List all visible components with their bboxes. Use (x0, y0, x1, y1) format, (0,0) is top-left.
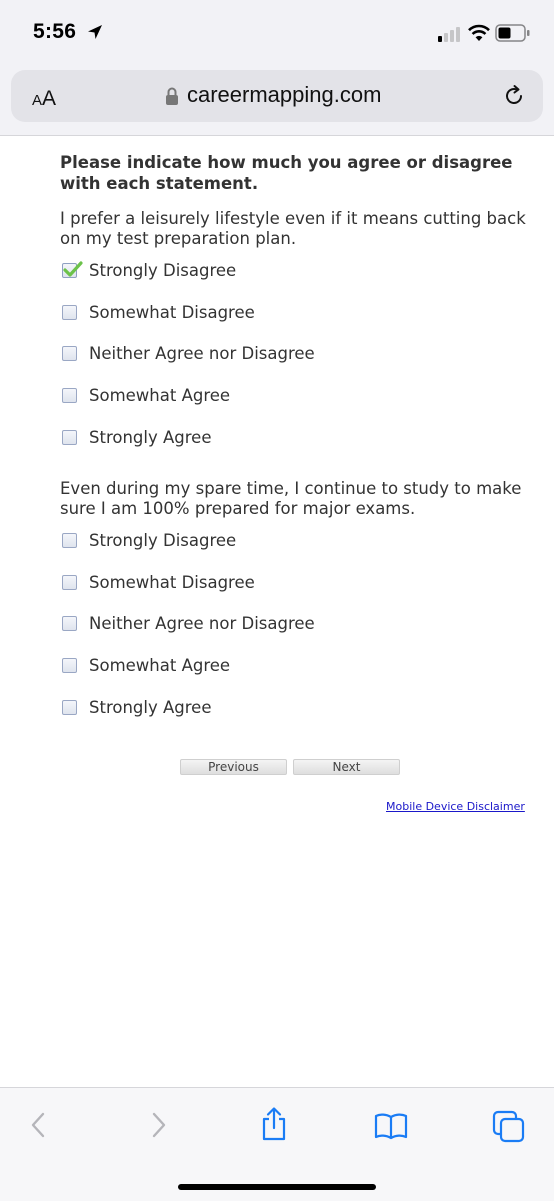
next-button[interactable]: Next (293, 759, 400, 775)
option-label: Strongly Disagree (89, 530, 237, 550)
q2-option-strongly-disagree[interactable]: Strongly Disagree (62, 528, 236, 552)
checkbox[interactable] (62, 532, 77, 548)
url-field[interactable]: AA careermapping.com (11, 70, 543, 122)
survey-page: Please indicate how much you agree or di… (0, 136, 554, 1086)
option-label: Strongly Agree (89, 427, 212, 447)
checkbox-checked[interactable] (62, 260, 83, 278)
question-2-statement: Even during my spare time, I continue to… (60, 479, 522, 518)
checkbox[interactable] (62, 304, 77, 320)
back-icon[interactable] (26, 1110, 52, 1140)
option-label: Strongly Disagree (89, 260, 237, 280)
option-label: Somewhat Agree (89, 385, 231, 405)
q1-option-strongly-agree[interactable]: Strongly Agree (62, 425, 211, 449)
mobile-disclaimer-link[interactable]: Mobile Device Disclaimer (386, 800, 525, 813)
checkbox[interactable] (62, 345, 77, 361)
q2-option-somewhat-agree[interactable]: Somewhat Agree (62, 653, 230, 677)
option-label: Neither Agree nor Disagree (89, 613, 315, 633)
q2-option-neither[interactable]: Neither Agree nor Disagree (62, 611, 315, 635)
q2-option-strongly-agree[interactable]: Strongly Agree (62, 695, 211, 719)
option-label: Neither Agree nor Disagree (89, 343, 315, 363)
instruction-heading: Please indicate how much you agree or di… (60, 153, 513, 193)
status-time: 5:56 (33, 20, 77, 43)
checkbox[interactable] (62, 387, 77, 403)
q1-option-somewhat-agree[interactable]: Somewhat Agree (62, 383, 230, 407)
share-icon[interactable] (259, 1106, 289, 1142)
q1-option-somewhat-disagree[interactable]: Somewhat Disagree (62, 300, 255, 324)
checkmark-icon (63, 260, 83, 277)
browser-address-bar: AA careermapping.com (0, 64, 554, 136)
option-label: Strongly Agree (89, 697, 212, 717)
option-label: Somewhat Disagree (89, 572, 255, 592)
tabs-icon[interactable] (492, 1110, 526, 1144)
battery-icon (495, 24, 530, 42)
text-size-big-glyph: A (42, 87, 57, 110)
url-text: careermapping.com (187, 82, 382, 107)
q1-option-strongly-disagree[interactable]: Strongly Disagree (62, 258, 236, 282)
status-bar: 5:56 (0, 0, 554, 64)
cellular-signal-icon (438, 27, 460, 42)
option-label: Somewhat Agree (89, 655, 231, 675)
text-size-small-glyph: A (32, 92, 43, 109)
option-label: Somewhat Disagree (89, 302, 255, 322)
question-1-statement: I prefer a leisurely lifestyle even if i… (60, 209, 526, 248)
browser-bottom-toolbar (0, 1087, 554, 1201)
checkbox[interactable] (62, 699, 77, 715)
bookmarks-icon[interactable] (374, 1112, 408, 1140)
checkbox[interactable] (62, 615, 77, 631)
checkbox[interactable] (62, 657, 77, 673)
q1-option-neither[interactable]: Neither Agree nor Disagree (62, 341, 315, 365)
home-indicator (178, 1184, 376, 1190)
reload-icon[interactable] (502, 84, 526, 108)
text-size-button[interactable]: AA (32, 87, 56, 111)
forward-icon[interactable] (145, 1110, 171, 1140)
lock-icon (166, 87, 178, 105)
previous-button[interactable]: Previous (180, 759, 287, 775)
checkbox[interactable] (62, 429, 77, 445)
wifi-icon (468, 24, 490, 41)
q2-option-somewhat-disagree[interactable]: Somewhat Disagree (62, 570, 255, 594)
location-arrow-icon (88, 25, 102, 39)
checkbox[interactable] (62, 574, 77, 590)
